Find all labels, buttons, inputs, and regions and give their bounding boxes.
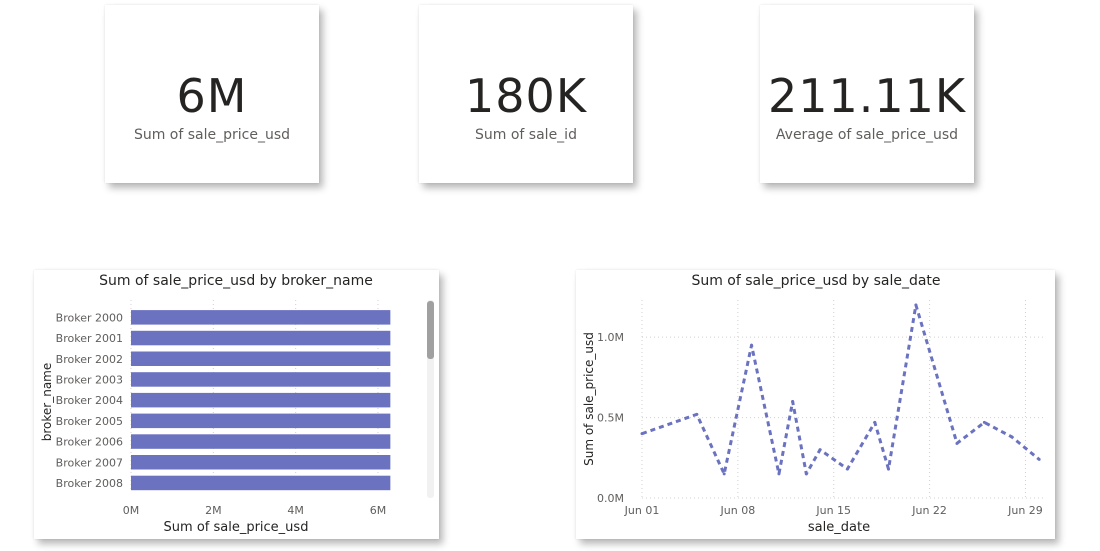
y-tick-label: 1.0M [597, 331, 624, 344]
bar[interactable] [131, 434, 391, 449]
x-tick-label: Jun 01 [624, 504, 660, 517]
bar[interactable] [131, 330, 391, 346]
kpi-card-avg-sale-price[interactable]: 211.11K Average of sale_price_usd [760, 5, 974, 183]
data-point[interactable] [804, 472, 808, 476]
data-point[interactable] [695, 412, 699, 416]
data-point[interactable] [873, 420, 877, 424]
y-axis-title: Sum of sale_price_usd [582, 332, 596, 466]
bar[interactable] [131, 475, 391, 491]
y-category-label: Broker 2001 [56, 332, 123, 345]
y-category-label: Broker 2002 [56, 353, 123, 366]
chart-title: Sum of sale_price_usd by broker_name [99, 273, 373, 289]
x-axis-title: Sum of sale_price_usd [164, 520, 309, 535]
kpi-card-sum-sale-price[interactable]: 6M Sum of sale_price_usd [105, 5, 319, 183]
data-point[interactable] [750, 343, 754, 347]
data-point[interactable] [887, 467, 891, 471]
y-category-label: Broker 2005 [56, 415, 123, 428]
bar[interactable] [131, 455, 391, 470]
chart-title: Sum of sale_price_usd by sale_date [691, 273, 940, 289]
y-category-label: Broker 2000 [56, 311, 123, 324]
y-tick-label: 0.0M [597, 492, 624, 505]
bar[interactable] [131, 351, 391, 367]
broker-bar-chart-visual[interactable]: Sum of sale_price_usd by broker_name 0M 2M… [34, 270, 439, 539]
bar[interactable] [131, 372, 391, 387]
data-point[interactable] [640, 432, 644, 436]
data-point[interactable] [791, 400, 795, 403]
x-tick-label: Jun 15 [815, 504, 851, 517]
y-tick-label: 0.5M [597, 412, 624, 425]
broker-bar-chart: Sum of sale_price_usd by broker_name 0M 2M… [40, 273, 434, 535]
scrollbar-thumb[interactable] [427, 301, 434, 359]
data-point[interactable] [955, 441, 959, 445]
y-category-label: Broker 2004 [56, 394, 123, 407]
x-tick-label: 4M [287, 504, 304, 517]
kpi-label: Sum of sale_id [475, 127, 577, 143]
data-point[interactable] [982, 420, 986, 424]
kpi-label: Average of sale_price_usd [775, 127, 959, 143]
data-point[interactable] [1010, 435, 1014, 439]
series-line[interactable] [641, 303, 1041, 476]
data-point[interactable] [1037, 457, 1041, 461]
date-line-chart-visual[interactable]: Sum of sale_price_usd by sale_date 0.0M 0.… [576, 270, 1055, 539]
y-category-label: Broker 2003 [56, 373, 123, 386]
data-point[interactable] [722, 472, 726, 476]
kpi-value: 6M [176, 69, 248, 123]
data-point[interactable] [845, 467, 849, 471]
kpi-label: Sum of sale_price_usd [133, 127, 291, 143]
x-tick-label: 6M [370, 504, 387, 517]
bar[interactable] [131, 413, 391, 429]
clipped-top-text [512, 0, 582, 2]
kpi-value: 211.11K [767, 69, 967, 123]
x-tick-label: Jun 22 [911, 504, 947, 517]
y-category-label: Broker 2006 [56, 436, 123, 449]
x-tick-label: 0M [123, 504, 140, 517]
sale-date-line-chart: Sum of sale_price_usd by sale_date 0.0M 0.… [582, 273, 1046, 535]
x-tick-label: Jun 08 [720, 504, 756, 517]
data-point[interactable] [914, 303, 918, 307]
y-category-label: Broker 2008 [56, 477, 123, 490]
data-point[interactable] [818, 448, 822, 452]
x-tick-label: Jun 29 [1007, 504, 1043, 517]
kpi-value: 180K [465, 69, 587, 123]
kpi-card-sum-sale-id[interactable]: 180K Sum of sale_id [419, 5, 633, 183]
data-point[interactable] [777, 472, 781, 476]
x-tick-label: 2M [205, 504, 222, 517]
x-axis-title: sale_date [808, 520, 870, 535]
y-category-label: Broker 2007 [56, 456, 123, 469]
bar[interactable] [131, 310, 391, 325]
bar[interactable] [131, 392, 391, 408]
y-axis-title: broker_name [40, 363, 54, 442]
